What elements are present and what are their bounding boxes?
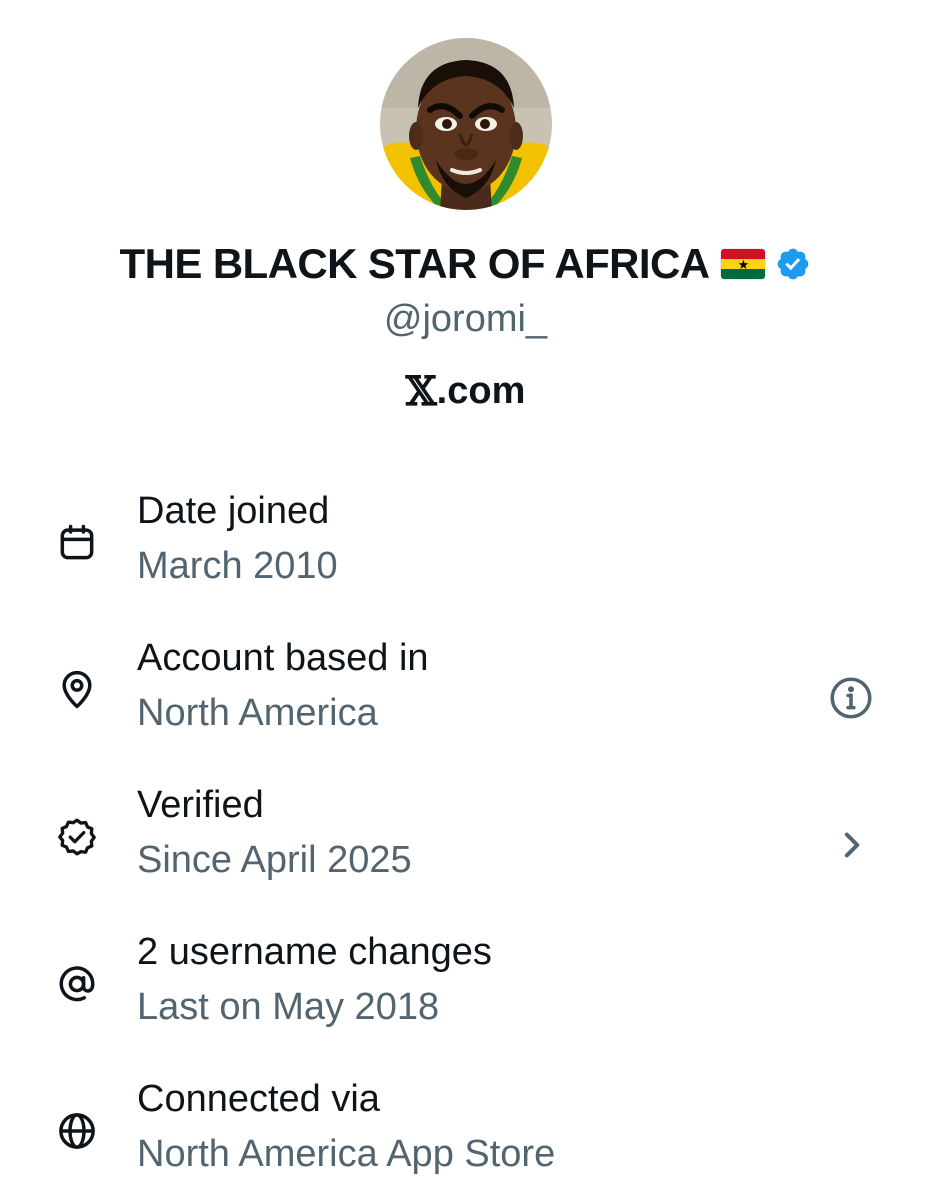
verified-row[interactable]: Verified Since April 2025 <box>0 782 931 902</box>
info-icon[interactable] <box>826 673 876 723</box>
connected-platform[interactable]: 𝕏 .com <box>0 364 931 418</box>
date-joined-row: Date joined March 2010 <box>0 488 931 608</box>
location-pin-icon <box>55 668 99 712</box>
chevron-right-icon[interactable] <box>826 820 876 870</box>
connected-via-label: Connected via <box>137 1078 380 1120</box>
x-logo-icon: 𝕏 <box>405 367 437 415</box>
username-changes-label: 2 username changes <box>137 931 492 973</box>
username-changes-value: Last on May 2018 <box>137 986 440 1028</box>
display-name: THE BLACK STAR OF AFRICA <box>119 240 710 287</box>
verified-value: Since April 2025 <box>137 839 412 881</box>
date-joined-label: Date joined <box>137 490 330 532</box>
username-changes-row: 2 username changes Last on May 2018 <box>0 929 931 1049</box>
account-based-in-label: Account based in <box>137 637 429 679</box>
ghana-flag-icon: ★ <box>721 249 766 279</box>
verified-outline-icon <box>55 815 99 859</box>
verified-badge-icon[interactable] <box>775 246 811 282</box>
account-based-in-value: North America <box>137 692 378 734</box>
verified-label: Verified <box>137 784 264 826</box>
name-row: THE BLACK STAR OF AFRICA ★ <box>0 234 931 294</box>
flag-star: ★ <box>737 256 750 272</box>
account-based-in-row: Account based in North America <box>0 635 931 755</box>
connected-via-row: Connected via North America App Store <box>0 1076 931 1196</box>
connected-via-value: North America App Store <box>137 1133 556 1175</box>
avatar-illustration <box>380 38 552 210</box>
avatar[interactable] <box>380 38 552 210</box>
globe-icon <box>55 1109 99 1153</box>
connected-platform-text: .com <box>436 369 526 412</box>
calendar-icon <box>55 521 99 565</box>
profile-handle: @joromi_ <box>383 298 548 340</box>
date-joined-value: March 2010 <box>137 545 338 587</box>
at-sign-icon <box>55 962 99 1006</box>
